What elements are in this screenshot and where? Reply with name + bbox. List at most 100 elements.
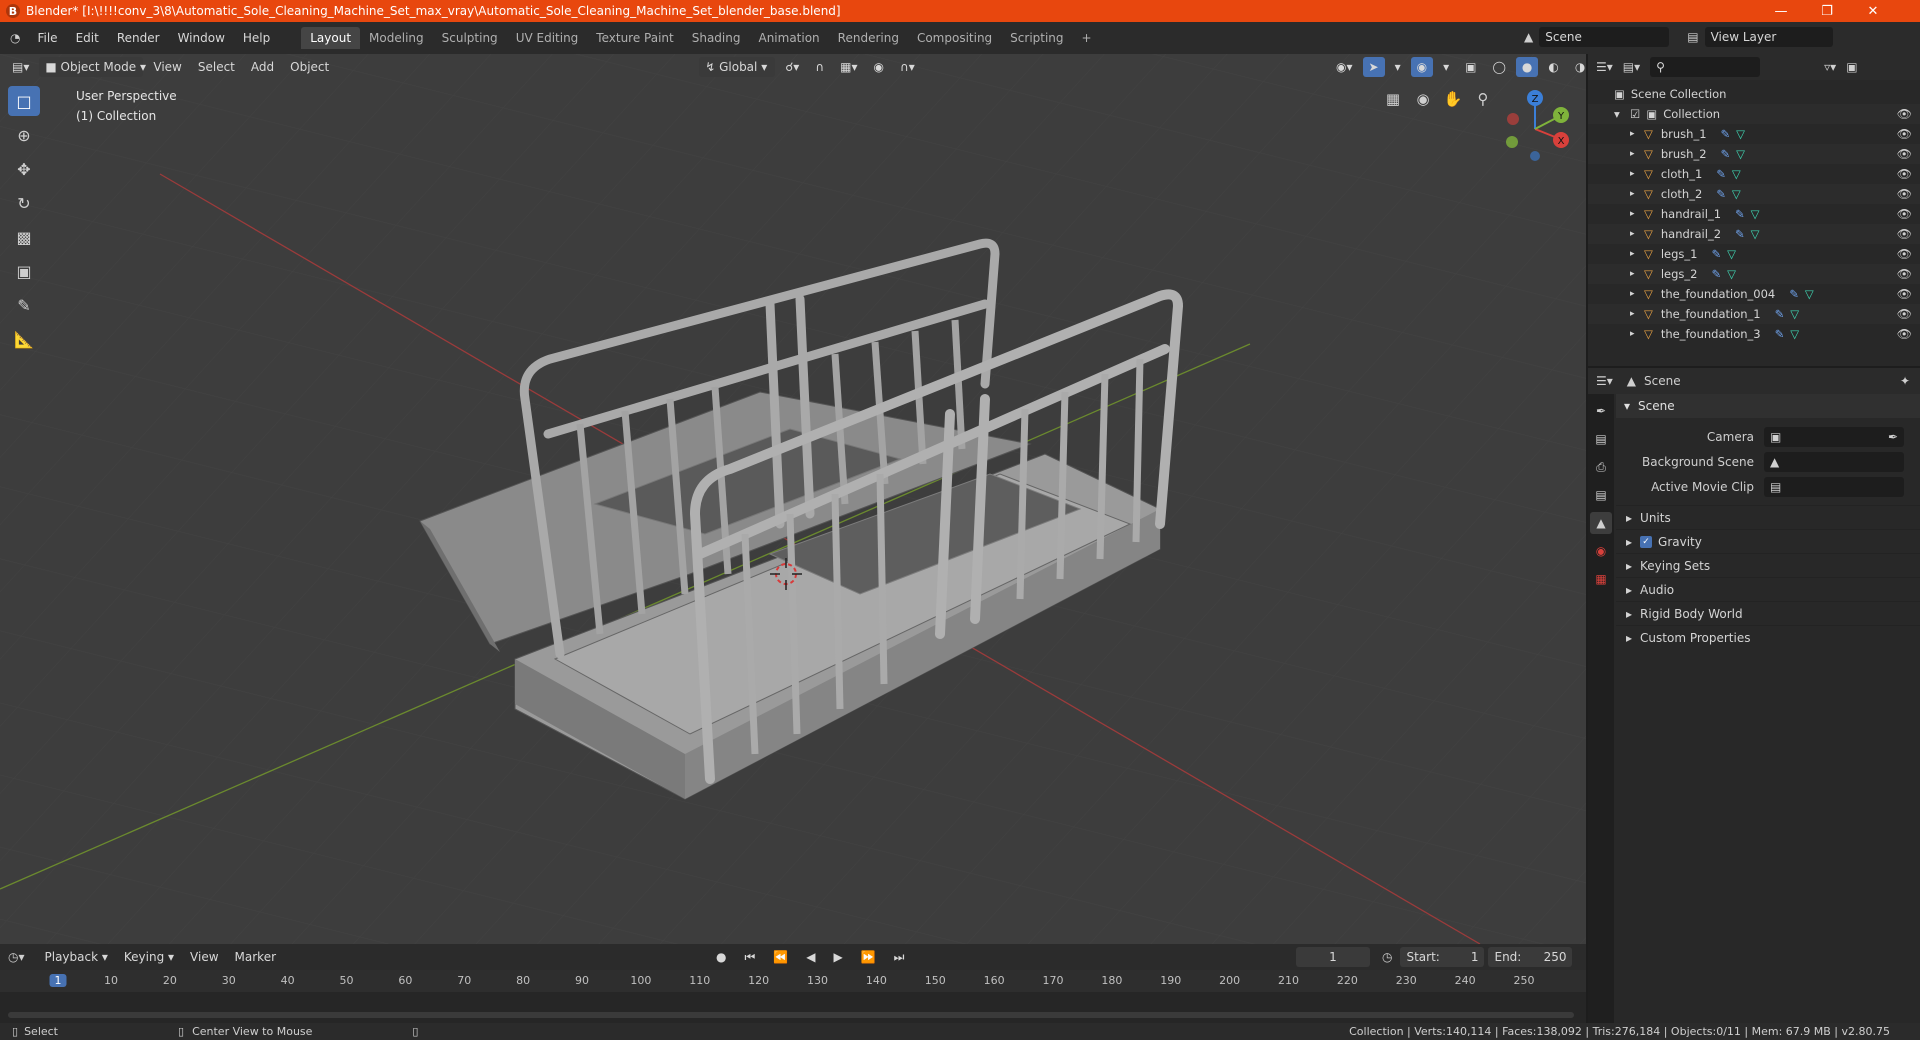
modifier-icon[interactable]: ✎ (1775, 307, 1785, 321)
menu-render[interactable]: Render (108, 31, 169, 45)
camera-field[interactable]: ▣ ✒ (1764, 426, 1904, 447)
eye-icon[interactable]: 👁 (1897, 267, 1912, 281)
menu-timeline-view[interactable]: View (184, 947, 224, 967)
prev-keyframe-icon[interactable]: ⏪ (767, 947, 794, 967)
scene-tab-icon[interactable]: ▲ (1590, 512, 1612, 534)
modifier-icon[interactable]: ✎ (1735, 207, 1745, 221)
rendered-shading-icon[interactable]: ◑ (1569, 57, 1586, 77)
outliner-item[interactable]: ▸ ▽ cloth_1 ✎ ▽ 👁 (1588, 164, 1920, 184)
outliner-item[interactable]: ▸ ▽ handrail_2 ✎ ▽ 👁 (1588, 224, 1920, 244)
eye-icon[interactable]: 👁 (1897, 207, 1912, 221)
active-movie-clip-field[interactable]: ▤ (1764, 476, 1904, 497)
eye-icon[interactable]: 👁 (1897, 327, 1912, 341)
mesh-data-icon[interactable]: ▽ (1732, 187, 1741, 201)
xray-icon[interactable]: ▣ (1459, 57, 1482, 77)
tab-rendering[interactable]: Rendering (829, 27, 908, 49)
scale-icon[interactable]: ▩ (8, 222, 40, 252)
custom-properties-panel[interactable]: ▸ Custom Properties (1616, 625, 1920, 649)
tab-scripting[interactable]: Scripting (1001, 27, 1072, 49)
menu-marker[interactable]: Marker (229, 947, 282, 967)
scene-selector[interactable]: Scene (1539, 27, 1670, 47)
keying-sets-panel[interactable]: ▸ Keying Sets (1616, 553, 1920, 577)
menu-playback[interactable]: Playback ▾ (39, 947, 114, 967)
end-frame-field[interactable]: End: 250 (1488, 947, 1573, 967)
overlay-dropdown-icon[interactable]: ▾ (1437, 57, 1455, 77)
zoom-icon[interactable]: ⚲ (1470, 86, 1496, 112)
outliner-item[interactable]: ▸ ▽ the_foundation_004 ✎ ▽ 👁 (1588, 284, 1920, 304)
display-mode-icon[interactable]: ▤▾ (1623, 60, 1640, 74)
tab-layout[interactable]: Layout (301, 27, 361, 49)
modifier-icon[interactable]: ✎ (1716, 187, 1726, 201)
outliner-item[interactable]: ▸ ▽ the_foundation_1 ✎ ▽ 👁 (1588, 304, 1920, 324)
modifier-icon[interactable]: ✎ (1789, 287, 1799, 301)
expand-arrow-icon[interactable]: ▸ (1630, 289, 1644, 299)
audio-panel[interactable]: ▸ Audio (1616, 577, 1920, 601)
expand-arrow-icon[interactable]: ▸ (1630, 249, 1644, 259)
menu-keying[interactable]: Keying ▾ (118, 947, 180, 967)
play-reverse-icon[interactable]: ◀ (800, 947, 821, 967)
start-frame-field[interactable]: Start: 1 (1400, 947, 1485, 967)
new-collection-icon[interactable]: ▣ (1846, 60, 1857, 74)
render-tab-icon[interactable]: ▤ (1590, 428, 1612, 450)
eye-icon[interactable]: 👁 (1897, 287, 1912, 301)
menu-file[interactable]: File (28, 31, 66, 45)
tab-uv-editing[interactable]: UV Editing (507, 27, 588, 49)
view-layer-selector[interactable]: View Layer (1704, 27, 1833, 47)
cursor-icon[interactable]: ⊕ (8, 120, 40, 150)
eye-icon[interactable]: 👁 (1897, 227, 1912, 241)
expand-arrow-icon[interactable]: ▸ (1630, 329, 1644, 339)
solid-shading-icon[interactable]: ● (1515, 57, 1539, 77)
outliner-item[interactable]: ▸ ▽ legs_1 ✎ ▽ 👁 (1588, 244, 1920, 264)
modifier-icon[interactable]: ✎ (1721, 147, 1731, 161)
stopwatch-icon[interactable]: ◷ (1382, 950, 1392, 964)
expand-arrow-icon[interactable]: ▸ (1630, 169, 1644, 179)
outliner-item[interactable]: ▸ ▽ brush_2 ✎ ▽ 👁 (1588, 144, 1920, 164)
menu-add[interactable]: Add (245, 57, 280, 77)
jump-start-icon[interactable]: ⏮ (738, 947, 761, 967)
expand-arrow-icon[interactable]: ▸ (1630, 149, 1644, 159)
view-layer-icon[interactable]: ▤ (1687, 30, 1698, 44)
editor-type-icon[interactable]: ▤▾ (6, 57, 35, 77)
expand-arrow-icon[interactable]: ▸ (1630, 269, 1644, 279)
eye-icon[interactable]: 👁 (1897, 167, 1912, 181)
close-icon[interactable]: ✕ (1850, 0, 1896, 22)
play-icon[interactable]: ▶ (827, 947, 848, 967)
tab-animation[interactable]: Animation (749, 27, 828, 49)
scene-icon[interactable]: ▲ (1524, 30, 1533, 44)
mesh-data-icon[interactable]: ▽ (1732, 167, 1741, 181)
grid-toggle-icon[interactable]: ▦ (1380, 86, 1406, 112)
blender-menu-icon[interactable]: ◔ (0, 31, 28, 45)
menu-select[interactable]: Select (192, 57, 241, 77)
move-icon[interactable]: ✥ (8, 154, 40, 184)
measure-icon[interactable]: 📐 (8, 324, 40, 354)
gizmo-dropdown-icon[interactable]: ▾ (1389, 57, 1407, 77)
jump-end-icon[interactable]: ⏭ (888, 947, 911, 967)
tool-tab-icon[interactable]: ✒ (1590, 400, 1612, 422)
wireframe-shading-icon[interactable]: ◯ (1486, 57, 1511, 77)
menu-view[interactable]: View (147, 57, 187, 77)
outliner-item[interactable]: ▸ ▽ legs_2 ✎ ▽ 👁 (1588, 264, 1920, 284)
eye-icon[interactable]: 👁 (1897, 247, 1912, 261)
eye-icon[interactable]: 👁 (1897, 147, 1912, 161)
tab-shading[interactable]: Shading (683, 27, 750, 49)
eye-icon[interactable]: 👁 (1897, 187, 1912, 201)
menu-help[interactable]: Help (234, 31, 279, 45)
restore-icon[interactable]: ❐ (1804, 0, 1850, 22)
tab-compositing[interactable]: Compositing (908, 27, 1001, 49)
outliner-editor-icon[interactable]: ☰▾ (1596, 60, 1613, 74)
mesh-data-icon[interactable]: ▽ (1805, 287, 1814, 301)
rigid-body-world-panel[interactable]: ▸ Rigid Body World (1616, 601, 1920, 625)
filter-icon[interactable]: ▿▾ (1824, 60, 1836, 74)
mode-dropdown[interactable]: ■ Object Mode ▾ (39, 57, 146, 77)
expand-arrow-icon[interactable]: ▸ (1630, 189, 1644, 199)
timeline-track[interactable] (0, 992, 1586, 1023)
world-tab-icon[interactable]: ◉ (1590, 540, 1612, 562)
gravity-panel[interactable]: ▸ ✓ Gravity (1616, 529, 1920, 553)
modifier-icon[interactable]: ✎ (1716, 167, 1726, 181)
menu-object[interactable]: Object (284, 57, 335, 77)
outliner-item[interactable]: ▸ ▽ handrail_1 ✎ ▽ 👁 (1588, 204, 1920, 224)
background-scene-field[interactable]: ▲ (1764, 451, 1904, 472)
expand-arrow-icon[interactable]: ▾ (1614, 107, 1630, 121)
mesh-data-icon[interactable]: ▽ (1751, 207, 1760, 221)
tab-modeling[interactable]: Modeling (360, 27, 433, 49)
